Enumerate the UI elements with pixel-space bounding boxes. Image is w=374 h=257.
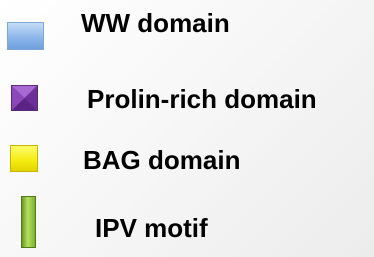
prolin-rich-domain-swatch [11, 85, 38, 111]
ww-domain-label: WW domain [81, 8, 230, 38]
bag-domain-swatch [10, 145, 38, 172]
ipv-motif-swatch [21, 196, 36, 248]
domain-legend: WW domain Prolin-rich domain BAG domain … [0, 0, 374, 257]
ipv-motif-label: IPV motif [95, 213, 208, 243]
prolin-rich-domain-label: Prolin-rich domain [87, 84, 317, 114]
bag-domain-label: BAG domain [83, 145, 241, 175]
ww-domain-swatch [7, 22, 44, 50]
